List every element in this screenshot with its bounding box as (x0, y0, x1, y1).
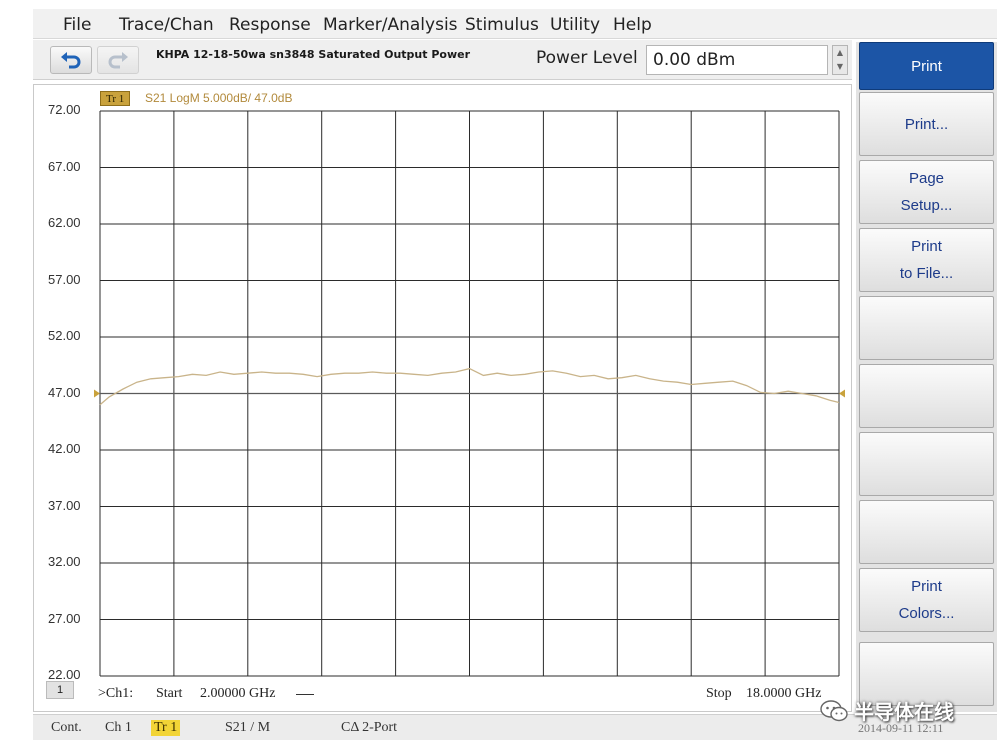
watermark: 半导体在线 (820, 696, 954, 725)
start-label: Start (156, 686, 183, 701)
softkey-panel: Print Print... Page Setup... Print to File..… (856, 42, 997, 712)
softkey-label: Print (911, 238, 942, 255)
softkey-label: Colors... (898, 605, 955, 622)
channel-number[interactable]: 1 (46, 681, 74, 699)
stop-frequency[interactable]: 18.0000 GHz (746, 686, 821, 702)
softkey-6[interactable] (859, 432, 994, 496)
softkey-3[interactable]: Print to File... (859, 228, 994, 292)
status-cont[interactable]: Cont. (51, 720, 82, 736)
channel-label: >Ch1: (98, 686, 134, 701)
softkey-label: to File... (899, 265, 954, 282)
menu-utility[interactable]: Utility (550, 15, 600, 35)
status-param[interactable]: S21 / M (225, 720, 270, 736)
power-level-input[interactable]: 0.00 dBm (646, 45, 828, 75)
start-frequency[interactable]: 2.00000 GHz (200, 686, 275, 702)
undo-arrow-icon (61, 52, 81, 69)
stop-label: Stop (706, 686, 732, 701)
toolbar: KHPA 12-18-50wa sn3848 Saturated Output … (33, 40, 852, 80)
softkey-label: Setup... (900, 197, 953, 214)
reference-marker-left (94, 389, 100, 398)
status-calibration[interactable]: CΔ 2-Port (341, 720, 397, 736)
menu-trace-chan[interactable]: Trace/Chan (119, 15, 214, 35)
softkey-label: Print... (904, 115, 949, 133)
softkey-1[interactable]: Print... (859, 92, 994, 156)
status-channel[interactable]: Ch 1 (105, 720, 132, 736)
measurement-title: KHPA 12-18-50wa sn3848 Saturated Output … (156, 48, 471, 61)
softkey-8[interactable]: Print Colors... (859, 568, 994, 632)
undo-button[interactable] (50, 46, 92, 74)
wechat-icon (820, 699, 848, 721)
trace-plot[interactable] (34, 85, 851, 711)
power-level-label: Power Level (536, 48, 638, 68)
redo-arrow-icon (108, 52, 128, 69)
graticule-panel: Tr 1 S21 LogM 5.000dB/ 47.0dB 72.00 67.00… (33, 84, 852, 712)
reference-marker-right (839, 389, 845, 398)
softkey-5[interactable] (859, 364, 994, 428)
softkey-title: Print (859, 42, 994, 90)
menu-marker-analysis[interactable]: Marker/Analysis (323, 15, 458, 35)
spin-down-icon[interactable]: ▼ (833, 60, 847, 74)
spin-up-icon[interactable]: ▲ (833, 46, 847, 60)
watermark-text: 半导体在线 (854, 700, 954, 724)
softkey-4[interactable] (859, 296, 994, 360)
status-trace[interactable]: Tr 1 (151, 720, 181, 736)
power-level-spinner[interactable]: ▲ ▼ (832, 45, 848, 75)
menu-response[interactable]: Response (229, 15, 311, 35)
softkey-7[interactable] (859, 500, 994, 564)
softkey-label: Page (908, 170, 945, 187)
span-dash (296, 694, 314, 695)
menu-bar: File Trace/Chan Response Marker/Analysis… (33, 9, 997, 39)
softkey-2[interactable]: Page Setup... (859, 160, 994, 224)
menu-stimulus[interactable]: Stimulus (465, 15, 539, 35)
redo-button[interactable] (97, 46, 139, 74)
menu-file[interactable]: File (63, 15, 91, 35)
menu-help[interactable]: Help (613, 15, 652, 35)
softkey-label: Print (911, 578, 942, 595)
